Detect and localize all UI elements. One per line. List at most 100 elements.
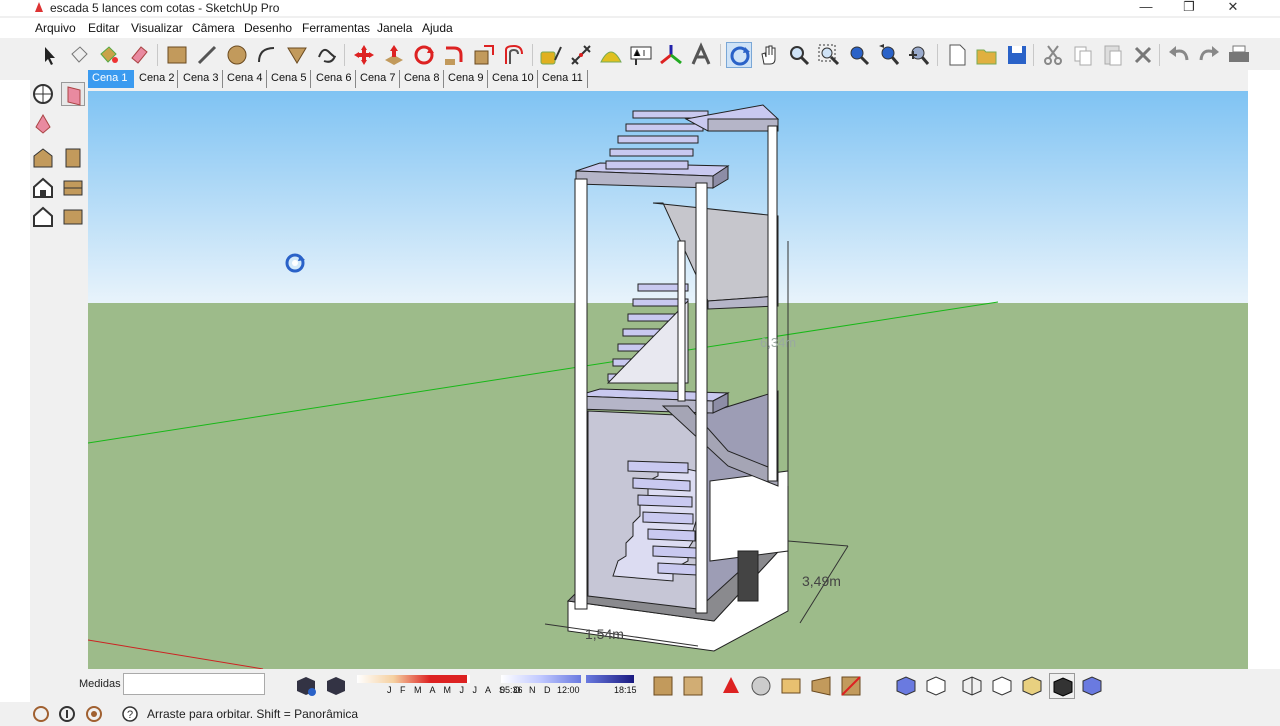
- 3d-text-icon[interactable]: [688, 42, 714, 68]
- width-dimension[interactable]: 1,54m: [585, 626, 624, 642]
- credits-icon[interactable]: [58, 705, 76, 723]
- menu-desenho[interactable]: Desenho: [244, 21, 292, 35]
- stamp-icon[interactable]: [778, 673, 804, 699]
- position-camera-icon[interactable]: [31, 82, 55, 106]
- tab-cena-4[interactable]: Cena 4: [223, 70, 267, 88]
- new-file-icon[interactable]: [944, 42, 970, 68]
- monochrome-icon[interactable]: [1079, 673, 1105, 699]
- axes-icon[interactable]: [658, 42, 684, 68]
- protractor-icon[interactable]: [598, 42, 624, 68]
- tab-cena-8[interactable]: Cena 8: [400, 70, 444, 88]
- xray-icon[interactable]: [893, 673, 919, 699]
- zoom-window-icon[interactable]: [816, 42, 842, 68]
- eraser-component-icon[interactable]: [66, 42, 92, 68]
- save-icon[interactable]: [1004, 42, 1030, 68]
- back-view-icon[interactable]: [31, 205, 55, 229]
- menu-arquivo[interactable]: Arquivo: [35, 21, 76, 35]
- top-view-icon[interactable]: [61, 146, 85, 170]
- time-slider[interactable]: [501, 675, 581, 683]
- iso-view-icon[interactable]: [31, 146, 55, 170]
- menu-camera[interactable]: Câmera: [192, 21, 235, 35]
- pencil-line-icon[interactable]: [194, 42, 220, 68]
- month-slider[interactable]: [357, 675, 467, 683]
- menu-ferramentas[interactable]: Ferramentas: [302, 21, 370, 35]
- eraser-icon[interactable]: [126, 42, 152, 68]
- tab-cena-11[interactable]: Cena 11: [538, 70, 588, 88]
- shadow-settings-icon[interactable]: [293, 673, 319, 699]
- walk-icon[interactable]: [31, 111, 55, 135]
- shaded-texture-icon[interactable]: [1049, 673, 1075, 699]
- tab-cena-1[interactable]: Cena 1: [88, 70, 134, 88]
- follow-me-icon[interactable]: [441, 42, 467, 68]
- front-view-icon[interactable]: [31, 176, 55, 200]
- time-slider-end[interactable]: [586, 675, 634, 683]
- restore-button[interactable]: ❐: [1169, 0, 1209, 15]
- delete-icon[interactable]: [1130, 42, 1156, 68]
- print-icon[interactable]: [1226, 42, 1252, 68]
- geo-location-icon[interactable]: [32, 705, 50, 723]
- push-pull-icon[interactable]: [381, 42, 407, 68]
- zoom-extents-icon[interactable]: [846, 42, 872, 68]
- next-view-icon[interactable]: [906, 42, 932, 68]
- left-view-icon[interactable]: [61, 205, 85, 229]
- menu-editar[interactable]: Editar: [88, 21, 119, 35]
- menu-visualizar[interactable]: Visualizar: [131, 21, 183, 35]
- warehouse-icon[interactable]: [748, 673, 774, 699]
- copy-icon[interactable]: [1070, 42, 1096, 68]
- tab-cena-3[interactable]: Cena 3: [179, 70, 223, 88]
- paint-bucket-icon[interactable]: [96, 42, 122, 68]
- arc-icon[interactable]: [254, 42, 280, 68]
- tape-measure-icon[interactable]: [538, 42, 564, 68]
- shaded-icon[interactable]: [1019, 673, 1045, 699]
- 3d-viewport[interactable]: 6,34m 3,49m 1,54m: [88, 91, 1248, 669]
- hidden-line-icon[interactable]: [989, 673, 1015, 699]
- height-dimension[interactable]: 6,34m: [760, 335, 796, 350]
- texture-icon[interactable]: [650, 673, 676, 699]
- text-icon[interactable]: [628, 42, 654, 68]
- tab-cena-5[interactable]: Cena 5: [267, 70, 311, 88]
- sandbox-icon[interactable]: [718, 673, 744, 699]
- measurements-input[interactable]: [123, 673, 265, 695]
- menu-ajuda[interactable]: Ajuda: [422, 21, 453, 35]
- drape-icon[interactable]: [808, 673, 834, 699]
- back-edges-icon[interactable]: [923, 673, 949, 699]
- scene-canvas[interactable]: 6,34m 3,49m 1,54m: [88, 91, 1248, 669]
- right-view-icon[interactable]: [61, 176, 85, 200]
- undo-icon[interactable]: [1166, 42, 1192, 68]
- rectangle-icon[interactable]: [164, 42, 190, 68]
- wireframe-icon[interactable]: [959, 673, 985, 699]
- rotate-icon[interactable]: [411, 42, 437, 68]
- menu-janela[interactable]: Janela: [377, 21, 412, 35]
- select-icon[interactable]: [36, 42, 62, 68]
- depth-dimension[interactable]: 3,49m: [802, 573, 841, 589]
- pan-icon[interactable]: [756, 42, 782, 68]
- scale-icon[interactable]: [471, 42, 497, 68]
- user-icon[interactable]: [85, 705, 103, 723]
- move-icon[interactable]: [351, 42, 377, 68]
- zoom-icon[interactable]: [786, 42, 812, 68]
- flip-edge-icon[interactable]: [838, 673, 864, 699]
- section-plane-icon[interactable]: [61, 82, 85, 106]
- tab-cena-7[interactable]: Cena 7: [356, 70, 400, 88]
- texture2-icon[interactable]: [680, 673, 706, 699]
- help-icon[interactable]: ?: [121, 705, 139, 723]
- paste-icon[interactable]: [1100, 42, 1126, 68]
- orbit-icon[interactable]: [726, 42, 752, 68]
- tab-cena-2[interactable]: Cena 2: [135, 70, 178, 88]
- offset-icon[interactable]: [501, 42, 527, 68]
- circle-icon[interactable]: [224, 42, 250, 68]
- display-shadows-icon[interactable]: [323, 673, 349, 699]
- slider-thumb[interactable]: [467, 675, 470, 683]
- tab-cena-10[interactable]: Cena 10: [488, 70, 538, 88]
- minimize-button[interactable]: —: [1126, 0, 1166, 15]
- tab-cena-9[interactable]: Cena 9: [444, 70, 488, 88]
- polygon-icon[interactable]: [284, 42, 310, 68]
- redo-icon[interactable]: [1196, 42, 1222, 68]
- close-button[interactable]: ✕: [1213, 0, 1253, 15]
- tab-cena-6[interactable]: Cena 6: [312, 70, 356, 88]
- dimension-icon[interactable]: [568, 42, 594, 68]
- previous-view-icon[interactable]: [876, 42, 902, 68]
- freehand-icon[interactable]: [314, 42, 340, 68]
- open-file-icon[interactable]: [974, 42, 1000, 68]
- cut-icon[interactable]: [1040, 42, 1066, 68]
